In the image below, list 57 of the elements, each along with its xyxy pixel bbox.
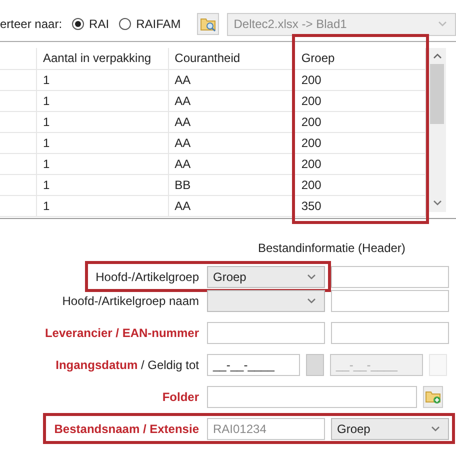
- column-header[interactable]: Courantheid: [168, 48, 296, 69]
- table-cell: 1: [37, 70, 169, 90]
- field-label: Hoofd-/Artikelgroep: [96, 270, 199, 284]
- table-cell: AA: [168, 91, 296, 111]
- column-header[interactable]: Groep: [295, 48, 426, 69]
- folder-add-icon: [425, 389, 441, 404]
- table-cell: 1: [37, 175, 169, 195]
- column-header[interactable]: Aantal in verpakking: [37, 48, 169, 69]
- dropdown[interactable]: Groep: [207, 266, 325, 288]
- radio-option[interactable]: RAI: [72, 17, 110, 31]
- open-file-button[interactable]: [196, 13, 219, 35]
- table-cell: 200: [295, 133, 426, 153]
- table-cell: 200: [295, 175, 426, 195]
- table-cell: AA: [168, 154, 296, 174]
- input-field[interactable]: RAI01234: [207, 418, 325, 440]
- field-label: Hoofd-/Artikelgroep naam: [62, 294, 199, 308]
- table-cell: 350: [295, 196, 426, 216]
- table-cell: 1: [37, 112, 169, 132]
- section-title: Bestandinformatie (Header): [258, 241, 406, 257]
- input-field[interactable]: [331, 266, 449, 288]
- caret-icon: [307, 298, 316, 304]
- dropdown[interactable]: Groep: [331, 418, 449, 440]
- table-cell: 200: [295, 91, 426, 111]
- field-label: Ingangsdatum / Geldig tot: [56, 358, 199, 372]
- table-cell: 200: [295, 112, 426, 132]
- table-cell: AA: [168, 112, 296, 132]
- table-cell: 200: [295, 154, 426, 174]
- add-folder-button[interactable]: [423, 386, 443, 408]
- scroll-up-icon: [432, 53, 442, 59]
- table-cell: 1: [37, 196, 169, 216]
- input-field[interactable]: [331, 322, 449, 344]
- scrollbar[interactable]: [428, 48, 446, 212]
- radio-option[interactable]: RAIFAM: [119, 17, 181, 31]
- table-cell: 1: [37, 91, 169, 111]
- scroll-thumb[interactable]: [430, 64, 444, 124]
- folder-search-icon: [200, 16, 216, 32]
- table-cell: 200: [295, 70, 426, 90]
- calendar-button[interactable]: [306, 354, 324, 376]
- input-field[interactable]: [207, 322, 325, 344]
- scroll-down-icon: [432, 200, 442, 206]
- field-label: Bestandsnaam / Extensie: [54, 422, 199, 436]
- input-field[interactable]: [331, 290, 449, 312]
- caret-icon: [307, 274, 316, 280]
- table-cell: AA: [168, 133, 296, 153]
- input-field[interactable]: [207, 386, 417, 408]
- field-label: Folder: [162, 390, 199, 404]
- table-cell: AA: [168, 70, 296, 90]
- caret-icon: [431, 426, 440, 432]
- caret-icon: [438, 21, 447, 27]
- convert-label: erteer naar:: [0, 17, 62, 31]
- table-cell: 1: [37, 154, 169, 174]
- dropdown[interactable]: [207, 290, 325, 312]
- field-label: Leverancier / EAN-nummer: [44, 326, 199, 340]
- table-cell: AA: [168, 196, 296, 216]
- table-cell: 1: [37, 133, 169, 153]
- table-cell: BB: [168, 175, 296, 195]
- date-field[interactable]: __-__-____: [207, 354, 300, 376]
